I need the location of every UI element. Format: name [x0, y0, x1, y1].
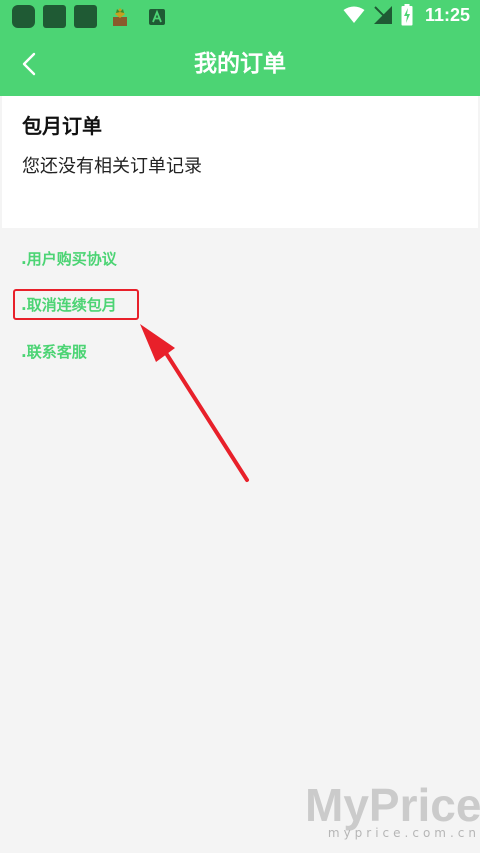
watermark-domain: myprice.com.cn: [327, 826, 480, 840]
page-title: 我的订单: [194, 51, 286, 77]
annotation-arrow: [140, 324, 249, 482]
annotation-highlight-box: [13, 289, 139, 320]
system-icons: 11:25: [343, 4, 470, 26]
android-icon: [149, 8, 165, 25]
monthly-order-card: 包月订单 您还没有相关订单记录: [2, 96, 478, 228]
status-bar: 11:25: [0, 0, 480, 32]
battery-charging-icon: [401, 4, 413, 26]
watermark-brand: MyPrice: [305, 779, 480, 831]
app-notification-icon: [74, 5, 97, 28]
card-title: 包月订单: [22, 114, 102, 138]
navigation-bar: 我的订单: [0, 32, 480, 96]
no-signal-icon: [373, 6, 392, 24]
notification-icons: [12, 5, 165, 28]
user-purchase-agreement-link[interactable]: .用户购买协议: [21, 248, 117, 269]
clock: 11:25: [424, 4, 470, 25]
app-notification-icon: [43, 5, 66, 28]
wifi-icon: [343, 6, 365, 23]
app-notification-icon: [12, 5, 35, 28]
plant-app-icon: [113, 7, 127, 26]
watermark: MyPrice myprice.com.cn: [305, 778, 480, 853]
contact-customer-service-link[interactable]: .联系客服: [21, 341, 87, 362]
empty-order-message: 您还没有相关订单记录: [22, 156, 202, 177]
